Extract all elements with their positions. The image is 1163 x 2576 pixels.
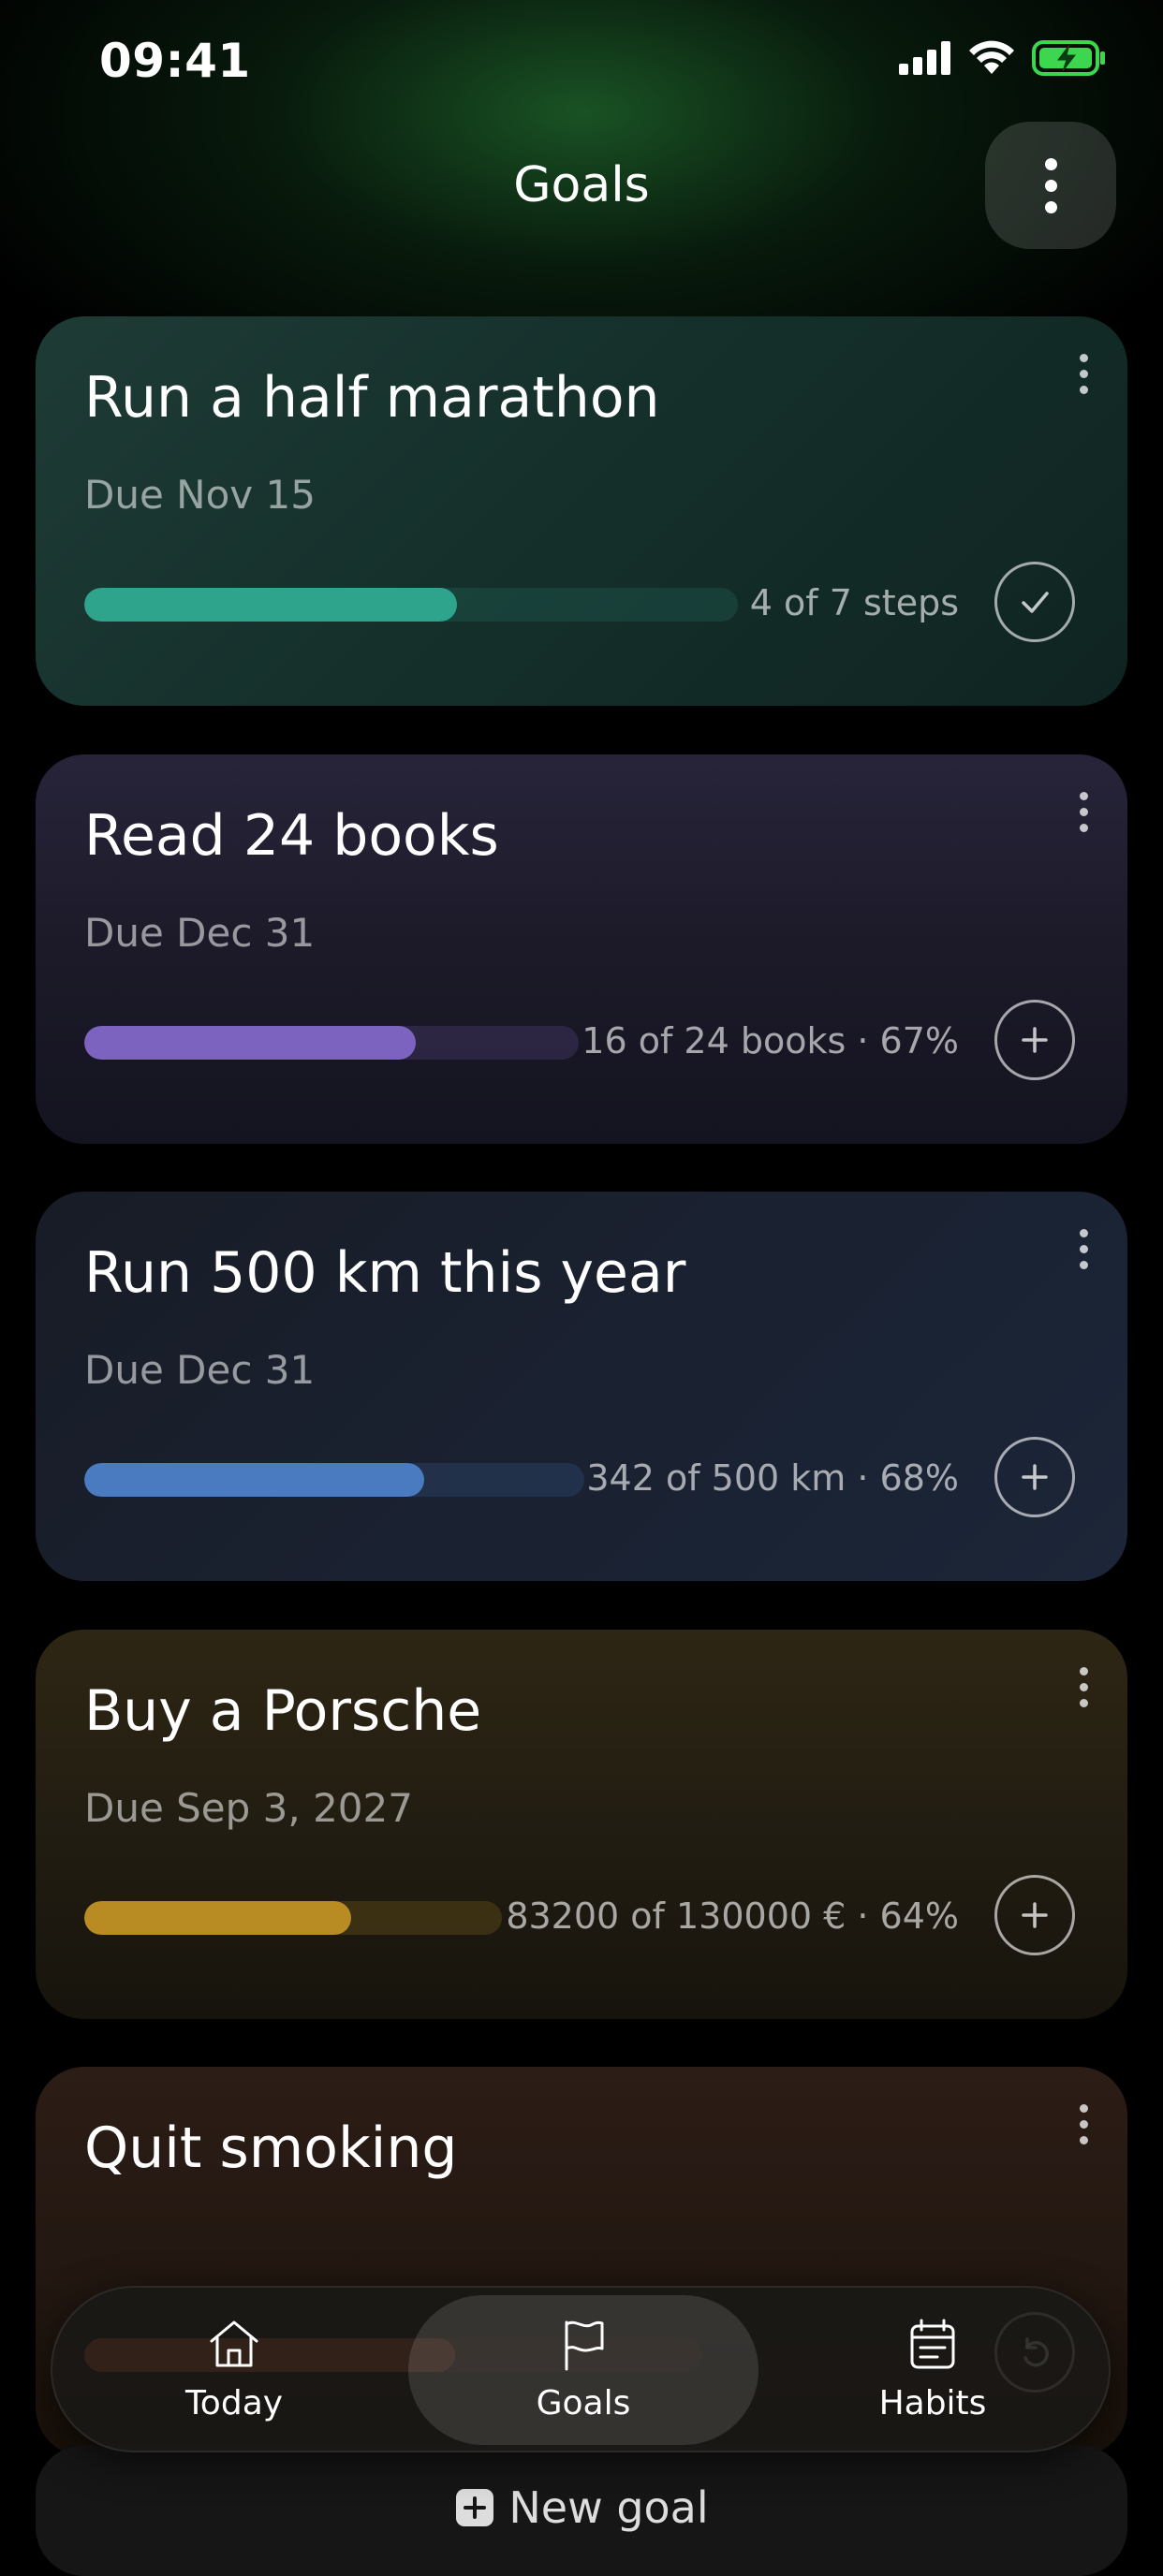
checkmark-icon — [1022, 592, 1049, 613]
home-icon — [210, 2320, 258, 2366]
more-vertical-icon — [1080, 792, 1088, 832]
goal-progress-fill — [84, 588, 457, 622]
goal-title: Run a half marathon — [84, 365, 660, 431]
goal-due-date: Due Dec 31 — [84, 910, 316, 956]
goal-due-date: Due Sep 3, 2027 — [84, 1785, 413, 1831]
plus-icon — [1022, 1464, 1048, 1490]
complete-step-button[interactable] — [994, 562, 1075, 642]
signal-icon — [899, 41, 950, 75]
more-vertical-icon — [1044, 157, 1057, 213]
more-options-button[interactable] — [985, 122, 1116, 249]
status-icons — [899, 39, 1107, 77]
header: Goals — [0, 122, 1163, 249]
goal-progress-bar — [84, 588, 738, 622]
goal-more-button[interactable] — [1080, 1229, 1088, 1269]
goal-more-button[interactable] — [1080, 1667, 1088, 1707]
goal-more-button[interactable] — [1080, 792, 1088, 832]
goal-due-date: Due Nov 15 — [84, 472, 316, 518]
new-goal-content: New goal — [36, 2482, 1127, 2533]
more-vertical-icon — [1080, 1667, 1088, 1707]
goal-due-date: Due Dec 31 — [84, 1347, 316, 1393]
tab-habits[interactable]: Habits — [764, 2288, 1101, 2451]
new-goal-button[interactable]: New goal — [36, 2445, 1127, 2576]
goal-title: Quit smoking — [84, 2115, 458, 2181]
flag-icon — [565, 2320, 604, 2370]
more-vertical-icon — [1080, 1229, 1088, 1269]
tab-today[interactable]: Today — [66, 2288, 403, 2451]
goal-card[interactable]: Run a half marathon Due Nov 15 4 of 7 st… — [36, 316, 1127, 706]
tab-habits-label: Habits — [878, 2383, 987, 2422]
battery-charging-icon — [1032, 40, 1105, 76]
add-progress-button[interactable] — [994, 1437, 1075, 1517]
plus-square-icon — [456, 2489, 494, 2526]
status-bar: 09:41 — [0, 0, 1163, 131]
status-time: 09:41 — [99, 34, 251, 88]
goal-progress-fill — [84, 1901, 352, 1935]
goal-more-button[interactable] — [1080, 2104, 1088, 2144]
goal-card[interactable]: Read 24 books Due Dec 31 16 of 24 books … — [36, 754, 1127, 1144]
goal-title: Run 500 km this year — [84, 1240, 686, 1306]
tab-goals-label: Goals — [536, 2383, 631, 2422]
goal-progress-bar — [84, 1901, 502, 1935]
goal-progress-label: 16 of 24 books · 67% — [582, 1020, 959, 1061]
goal-progress-fill — [84, 1463, 425, 1497]
goal-progress-bar — [84, 1463, 584, 1497]
add-progress-button[interactable] — [994, 1875, 1075, 1955]
goal-progress-bar — [84, 1026, 579, 1060]
tab-today-label: Today — [184, 2383, 284, 2422]
more-vertical-icon — [1080, 2104, 1088, 2144]
goal-card[interactable]: Run 500 km this year Due Dec 31 342 of 5… — [36, 1192, 1127, 1581]
tab-goals[interactable]: Goals — [415, 2288, 752, 2451]
goal-card[interactable]: Buy a Porsche Due Sep 3, 2027 83200 of 1… — [36, 1630, 1127, 2019]
wifi-icon — [969, 40, 1014, 74]
goal-progress-fill — [84, 1026, 416, 1060]
goal-title: Read 24 books — [84, 803, 499, 869]
plus-icon — [1022, 1027, 1048, 1053]
calendar-list-icon — [910, 2319, 955, 2368]
more-vertical-icon — [1080, 354, 1088, 394]
add-progress-button[interactable] — [994, 1000, 1075, 1080]
plus-icon — [1022, 1902, 1048, 1928]
goal-more-button[interactable] — [1080, 354, 1088, 394]
new-goal-label: New goal — [508, 2482, 709, 2533]
goal-title: Buy a Porsche — [84, 1678, 482, 1744]
goal-progress-label: 4 of 7 steps — [749, 582, 959, 623]
goal-progress-label: 342 of 500 km · 68% — [586, 1457, 959, 1499]
tab-bar: Today Goals Habits — [51, 2286, 1111, 2452]
goal-progress-label: 83200 of 130000 € · 64% — [506, 1895, 959, 1937]
